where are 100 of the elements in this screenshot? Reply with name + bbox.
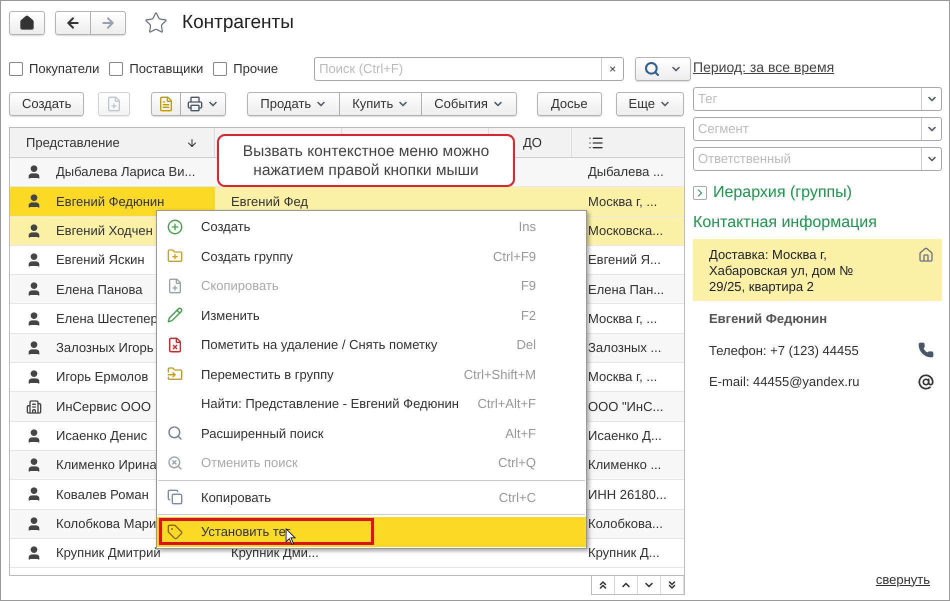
table-cell-text: Московска... [588,222,664,240]
phone-text: Телефон: +7 (123) 44455 [709,342,859,360]
name-text: Клименко Ирина [56,456,157,474]
folder-move-icon [167,366,183,382]
name-text: Елена Панова [56,280,142,299]
phone-icon [918,342,934,358]
name-text: Елена Шестепер [56,310,158,328]
dossier-button[interactable]: Досье [536,92,602,116]
buy-button[interactable]: Купить [340,92,422,116]
section-title[interactable]: Иерархия (группы) [713,181,852,205]
sell-button[interactable]: Продать [247,92,340,116]
events-button[interactable]: События [422,92,517,116]
name-text: Крупник Дмитрий [56,544,161,562]
home-button[interactable] [9,11,45,35]
column-header[interactable]: Представление [26,132,120,152]
name-text: Евгений Федюнин [56,192,164,211]
more-button[interactable]: Еще [616,92,684,116]
search-icon [644,61,660,77]
menu-item[interactable]: Изменить F2 [157,300,586,330]
person-icon [26,252,42,268]
checkbox-label: Прочие [233,60,278,78]
list-icon[interactable] [588,134,604,150]
arrow-icon [666,579,678,591]
person-icon [26,193,42,210]
back-button[interactable] [55,11,91,35]
forward-arrow-icon [100,15,116,31]
checkbox-label: Поставщики [129,60,204,78]
name-text: Исаенко Денис [56,427,148,446]
table-cell-text: Крупник Д... [588,544,660,562]
table-cell-text: Москва г, ... [588,310,658,328]
menu-item[interactable]: Переместить в группу Ctrl+Shift+M [157,360,586,389]
checkbox[interactable] [9,62,23,76]
expand-toggle[interactable] [693,186,707,200]
checkbox[interactable] [213,62,228,76]
hint-tooltip: Вызвать контекстное меню можно нажатием правой кнопки мыши [217,134,515,187]
tag-icon [167,524,183,540]
create-button[interactable]: Создать [9,92,84,116]
table-cell-text: Залозных ... [588,339,662,358]
name-text: Колобкова Мари [56,514,156,533]
menu-item[interactable]: Копировать Ctrl+C [157,482,586,512]
copy-icon [167,489,183,506]
home-icon [19,15,35,31]
document-plus-icon [106,96,122,112]
menu-item[interactable]: Расширенный поиск Alt+F [157,418,586,448]
home-icon [918,247,934,263]
clear-button[interactable]: × [601,58,624,80]
print-button[interactable] [181,92,226,116]
person-icon [26,222,42,239]
document-plus-icon [167,278,183,294]
at-icon [918,374,934,390]
sort-arrow-icon [186,136,198,148]
printer-icon [187,96,204,112]
report-button[interactable] [151,92,182,116]
select-placeholder: Ответственный [697,150,792,168]
table-cell-text: ИНН 26180... [588,486,667,504]
search-cancel-icon [167,454,183,471]
building-icon [26,398,42,415]
person-icon [26,486,42,502]
person-icon [26,516,42,532]
search-icon [167,425,183,442]
name-text: Ковалев Роман [56,486,149,504]
contact-name: Евгений Федюнин [708,310,828,328]
table-cell-text: Евгений Фед [231,192,308,211]
table-cell-text: Евгений Я... [588,251,661,270]
person-icon [26,545,42,561]
column-header[interactable]: ДО [523,132,542,152]
folder-plus-icon [167,248,183,264]
person-icon [26,164,42,180]
address-text: Доставка: Москва г, Хабаровская ул, дом № 29/25, квартира 2 [709,247,854,296]
name-text: Евгений Ходчен [56,222,153,240]
name-text: Евгений Яскин [56,251,145,270]
menu-item[interactable]: Найти: Представление - Евгений Федюнин Ctrl+Alt+F [157,389,586,418]
table-cell-text: ООО "ИнС... [588,398,664,416]
pencil-icon [167,307,183,324]
search-button[interactable] [635,57,692,81]
collapse-link[interactable]: свернуть [876,570,930,589]
page-title: Контрагенты [182,10,294,35]
person-icon [26,310,42,327]
table-cell-text: Елена Пан... [588,280,664,299]
name-text: ИнСервис ООО [56,398,151,416]
document-icon [158,96,174,112]
menu-item[interactable]: Создать группу Ctrl+F9 [157,242,586,271]
table-cell-text: Колобкова... [588,514,663,533]
plus-icon [167,218,183,235]
person-icon [26,457,42,474]
person-icon [26,340,42,356]
table-cell-text: Москва г, ... [588,192,658,211]
name-text: Залозных Игорь [56,339,154,358]
name-text: Игорь Ермолов [56,368,148,386]
arrow-icon [597,579,609,591]
period-link[interactable]: Период: за все время [693,57,942,81]
checkbox[interactable] [109,62,124,76]
menu-item[interactable]: Пометить на удаление / Снять пометку Del [157,330,586,360]
search-field[interactable]: Поиск (Ctrl+F) × [314,57,624,81]
star-icon[interactable] [144,11,168,35]
table-cell-text: Исаенко Д... [588,427,662,446]
table-cell-text: Москва г, ... [588,368,658,386]
person-icon [26,428,42,444]
section-title: Контактная информация [693,213,878,233]
select-placeholder: Тег [697,90,718,108]
